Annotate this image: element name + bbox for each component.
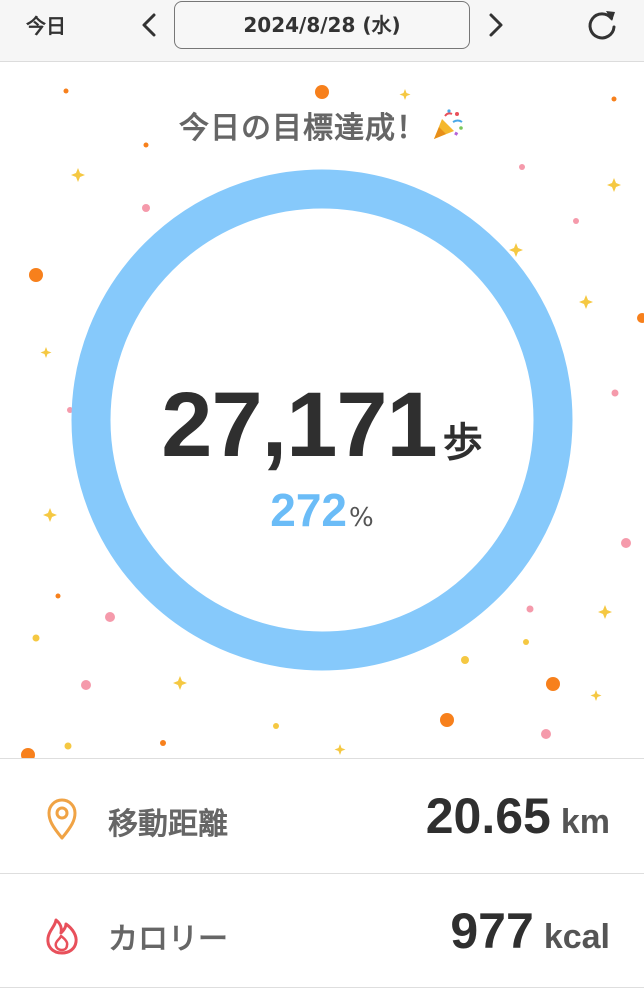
steps-unit: 歩: [442, 420, 483, 466]
distance-label: 移動距離: [108, 807, 228, 842]
distance-row: 移動距離 20.65 km: [0, 758, 644, 873]
calorie-row: カロリー 977 kcal: [0, 873, 644, 988]
refresh-icon[interactable]: [585, 8, 619, 42]
date-selector[interactable]: 2024/8/28 (水): [174, 1, 470, 49]
party-popper-icon: [434, 109, 463, 139]
chevron-left-icon[interactable]: [135, 10, 165, 40]
header-bar: 今日 2024/8/28 (水): [0, 0, 644, 62]
steps-display: 27,171 歩: [0, 373, 644, 478]
distance-value-group: 20.65 km: [426, 787, 610, 845]
goal-percent-value: 272: [270, 484, 348, 536]
chevron-right-icon[interactable]: [480, 10, 510, 40]
location-pin-icon: [47, 798, 77, 840]
calorie-value-group: 977 kcal: [450, 902, 610, 960]
today-button[interactable]: 今日: [26, 12, 66, 40]
goal-percent-unit: %: [349, 503, 374, 533]
calorie-value: 977: [450, 903, 534, 959]
distance-unit: km: [560, 803, 610, 841]
goal-achieved-title: 今日の目標達成！: [0, 103, 644, 147]
steps-count: 27,171: [161, 374, 437, 476]
flame-icon: [46, 918, 78, 955]
goal-title-text: 今日の目標達成！: [179, 111, 427, 146]
calorie-label: カロリー: [108, 922, 228, 957]
goal-percent-display: 272%: [0, 483, 644, 537]
goal-panel: 今日の目標達成！ 27,171 歩 272%: [0, 63, 644, 758]
calorie-unit: kcal: [543, 918, 610, 956]
distance-value: 20.65: [425, 788, 551, 844]
